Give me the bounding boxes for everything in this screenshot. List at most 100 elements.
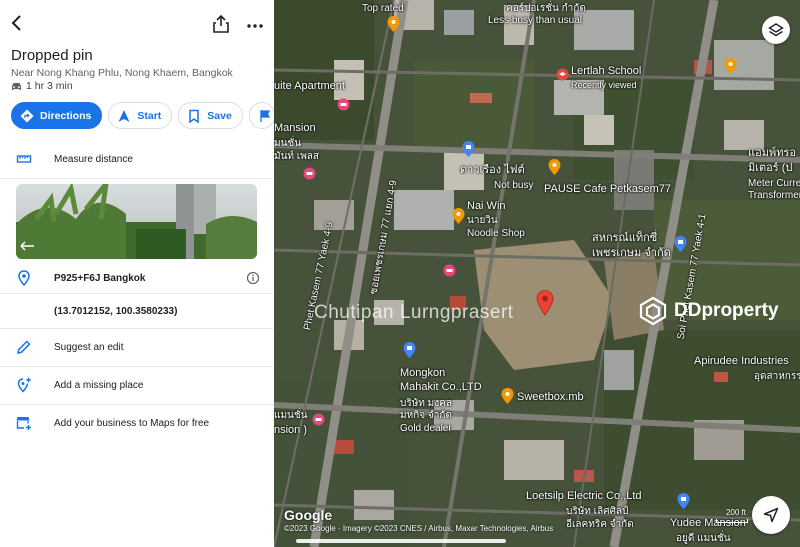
- poi-apartment[interactable]: uite Apartment: [274, 81, 345, 92]
- street-view-image: [16, 184, 257, 259]
- map-label: Recently viewed: [571, 80, 637, 90]
- ruler-icon: [16, 155, 32, 163]
- poi-mansion[interactable]: Mansion: [274, 123, 316, 134]
- share-icon: [213, 14, 229, 33]
- business-marker-icon[interactable]: [403, 342, 416, 358]
- map-label: มนชั่น: [274, 138, 302, 149]
- directions-label: Directions: [40, 109, 92, 122]
- photographer-watermark: Chutipan Lurngprasert: [314, 302, 514, 323]
- poi-mongkon[interactable]: Mongkon: [400, 368, 445, 379]
- suggest-edit-row[interactable]: Suggest an edit: [0, 338, 274, 356]
- restaurant-marker-icon[interactable]: [452, 208, 465, 224]
- more-options-button[interactable]: [244, 10, 266, 36]
- my-location-button[interactable]: [752, 496, 790, 534]
- travel-time-label: 1 hr 3 min: [26, 80, 73, 92]
- measure-distance-row[interactable]: Measure distance: [0, 150, 274, 168]
- lodging-marker-icon[interactable]: [312, 413, 325, 429]
- map-label: มหกิจ จำกัด: [400, 410, 452, 421]
- map-label: Top rated: [362, 3, 404, 14]
- divider: [0, 404, 274, 405]
- map-label: Transformer: [748, 190, 800, 201]
- map-label: นายวิน: [467, 215, 498, 226]
- street-view-photo[interactable]: [16, 184, 257, 259]
- place-title: Dropped pin: [11, 47, 93, 64]
- start-button[interactable]: Start: [108, 102, 173, 129]
- map-layers-button[interactable]: [762, 16, 790, 44]
- panel-top-bar: [0, 8, 274, 42]
- add-business-row[interactable]: Add your business to Maps for free: [0, 414, 274, 432]
- directions-icon: [20, 109, 34, 122]
- coordinates-label: (13.7012152, 100.3580233): [54, 305, 178, 317]
- poi-pause-cafe[interactable]: PAUSE Cafe Petkasem77: [544, 184, 671, 195]
- poi-ekatthai[interactable]: ดาวเรือง ไฟต์: [460, 165, 525, 176]
- map-label: Not busy: [494, 180, 534, 191]
- map-label: มันท์ เพลส: [274, 151, 320, 162]
- business-marker-icon[interactable]: [674, 236, 687, 252]
- divider: [0, 178, 274, 179]
- back-button[interactable]: [6, 12, 28, 38]
- ddproperty-text: DDproperty: [674, 300, 779, 321]
- location-pin-icon: [18, 270, 30, 286]
- map-label: บริษัท เลิศศิลป์: [566, 506, 629, 517]
- restaurant-marker-icon[interactable]: [387, 16, 400, 32]
- map-label: Mahakit Co.,LTD: [400, 381, 482, 393]
- lodging-marker-icon[interactable]: [337, 98, 350, 114]
- poi-apirudee[interactable]: Apirudee Industries: [694, 356, 789, 367]
- poi-meter-current[interactable]: Meter Curre: [748, 178, 800, 189]
- map-label: แอมพ์ทรอ: [748, 147, 796, 159]
- start-label: Start: [137, 109, 162, 122]
- satellite-map[interactable]: Top rated คอร์ปอเรชั่น กำกัด Less busy t…: [274, 0, 800, 547]
- more-actions-button[interactable]: [248, 102, 274, 129]
- school-marker-icon[interactable]: [556, 68, 569, 84]
- poi-taxi-cooperative[interactable]: สหกรณ์แท็กซี่: [592, 233, 657, 244]
- lodging-marker-icon[interactable]: [443, 264, 456, 280]
- more-icon: [247, 24, 263, 28]
- poi-sweetbox[interactable]: Sweetbox.mb: [517, 392, 584, 403]
- scale-label: 200 ft: [725, 508, 746, 517]
- poi-nai-win[interactable]: Nai Win: [467, 201, 506, 212]
- cafe-marker-icon[interactable]: [548, 159, 561, 175]
- pencil-icon: [17, 340, 31, 354]
- coordinates-row[interactable]: (13.7012152, 100.3580233): [0, 302, 274, 320]
- ddproperty-logo-icon: [639, 296, 667, 326]
- scale-bar: [716, 519, 748, 523]
- poi-mansion-left[interactable]: แมนชั่น: [274, 410, 308, 421]
- action-buttons: Directions Start Save: [11, 102, 274, 129]
- satellite-imagery: [274, 0, 800, 547]
- add-business-label: Add your business to Maps for free: [54, 417, 210, 429]
- map-label: อีเลคทริค จำกัด: [566, 519, 634, 530]
- shop-marker-icon[interactable]: [501, 388, 514, 404]
- flag-icon: [260, 109, 270, 122]
- bookmark-icon: [189, 109, 200, 123]
- shop-marker-icon[interactable]: [724, 58, 737, 74]
- lodging-marker-icon[interactable]: [303, 167, 316, 183]
- layers-icon: [768, 23, 784, 37]
- map-label: Noodle Shop: [467, 228, 525, 239]
- map-label: บริษัท มงคล: [400, 398, 452, 409]
- info-icon[interactable]: [246, 271, 260, 285]
- navigation-arrow-icon: [763, 507, 779, 523]
- business-marker-icon[interactable]: [462, 141, 475, 157]
- add-place-row[interactable]: Add a missing place: [0, 376, 274, 394]
- map-label: อยูดี แมนชั่น: [676, 533, 731, 544]
- chevron-left-icon: [11, 15, 21, 31]
- poi-loetsilp[interactable]: Loetsilp Electric Co.,Ltd: [526, 491, 642, 502]
- share-button[interactable]: [212, 14, 234, 38]
- dropped-pin-icon[interactable]: [536, 290, 554, 316]
- directions-button[interactable]: Directions: [11, 102, 103, 129]
- map-label: มิเตอร์ (ป: [748, 162, 793, 174]
- add-location-icon: [17, 377, 31, 393]
- divider: [0, 366, 274, 367]
- plus-code-row[interactable]: P925+F6J Bangkok: [0, 268, 274, 288]
- business-marker-icon[interactable]: [677, 493, 690, 509]
- map-label: คอร์ปอเรชั่น กำกัด: [506, 3, 586, 14]
- poi-lertlah-school[interactable]: Lertlah School: [571, 66, 641, 77]
- save-button[interactable]: Save: [178, 102, 243, 129]
- place-subtitle: Near Nong Khang Phlu, Nong Khaem, Bangko…: [11, 67, 233, 79]
- home-indicator[interactable]: [296, 539, 506, 543]
- map-attribution: ©2023 Google · Imagery ©2023 CNES / Airb…: [284, 524, 554, 533]
- plus-code-label: P925+F6J Bangkok: [54, 272, 146, 284]
- ddproperty-watermark: DDproperty: [638, 296, 779, 326]
- navigation-arrow-icon: [118, 109, 130, 122]
- map-label: Less busy than usual: [488, 15, 582, 26]
